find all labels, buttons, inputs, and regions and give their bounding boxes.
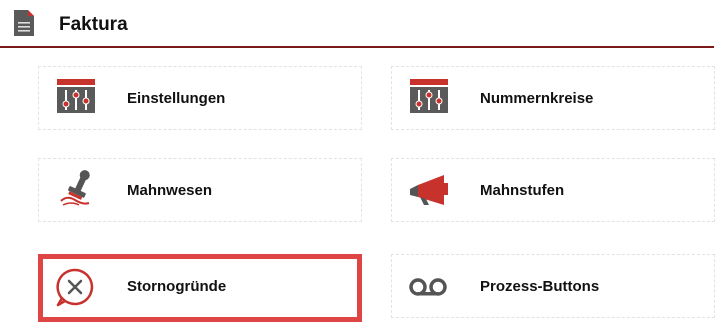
tile-einstellungen[interactable]: Einstellungen	[38, 66, 362, 130]
header-divider	[0, 46, 714, 48]
tile-stornogruende[interactable]: Stornogründe	[38, 254, 362, 322]
settings-sliders-icon	[57, 79, 95, 113]
tile-label: Mahnwesen	[127, 182, 213, 199]
tile-mahnstufen[interactable]: Mahnstufen	[391, 158, 715, 222]
tile-label: Prozess-Buttons	[480, 278, 600, 295]
voicemail-icon	[409, 278, 447, 296]
tile-label: Mahnstufen	[480, 182, 565, 199]
cancel-bubble-icon	[56, 268, 94, 307]
settings-sliders-icon	[410, 79, 448, 113]
tile-mahnwesen[interactable]: Mahnwesen	[38, 158, 362, 222]
megaphone-icon	[410, 175, 448, 205]
page-header: Faktura	[0, 0, 724, 48]
tile-prozess-buttons[interactable]: Prozess-Buttons	[391, 254, 715, 318]
stamp-icon	[60, 170, 90, 206]
tile-nummernkreise[interactable]: Nummernkreise	[391, 66, 715, 130]
tile-label: Nummernkreise	[480, 90, 594, 107]
tile-label: Stornogründe	[127, 278, 227, 295]
page-title: Faktura	[59, 14, 128, 35]
document-icon	[14, 10, 34, 36]
tile-label: Einstellungen	[127, 90, 226, 107]
